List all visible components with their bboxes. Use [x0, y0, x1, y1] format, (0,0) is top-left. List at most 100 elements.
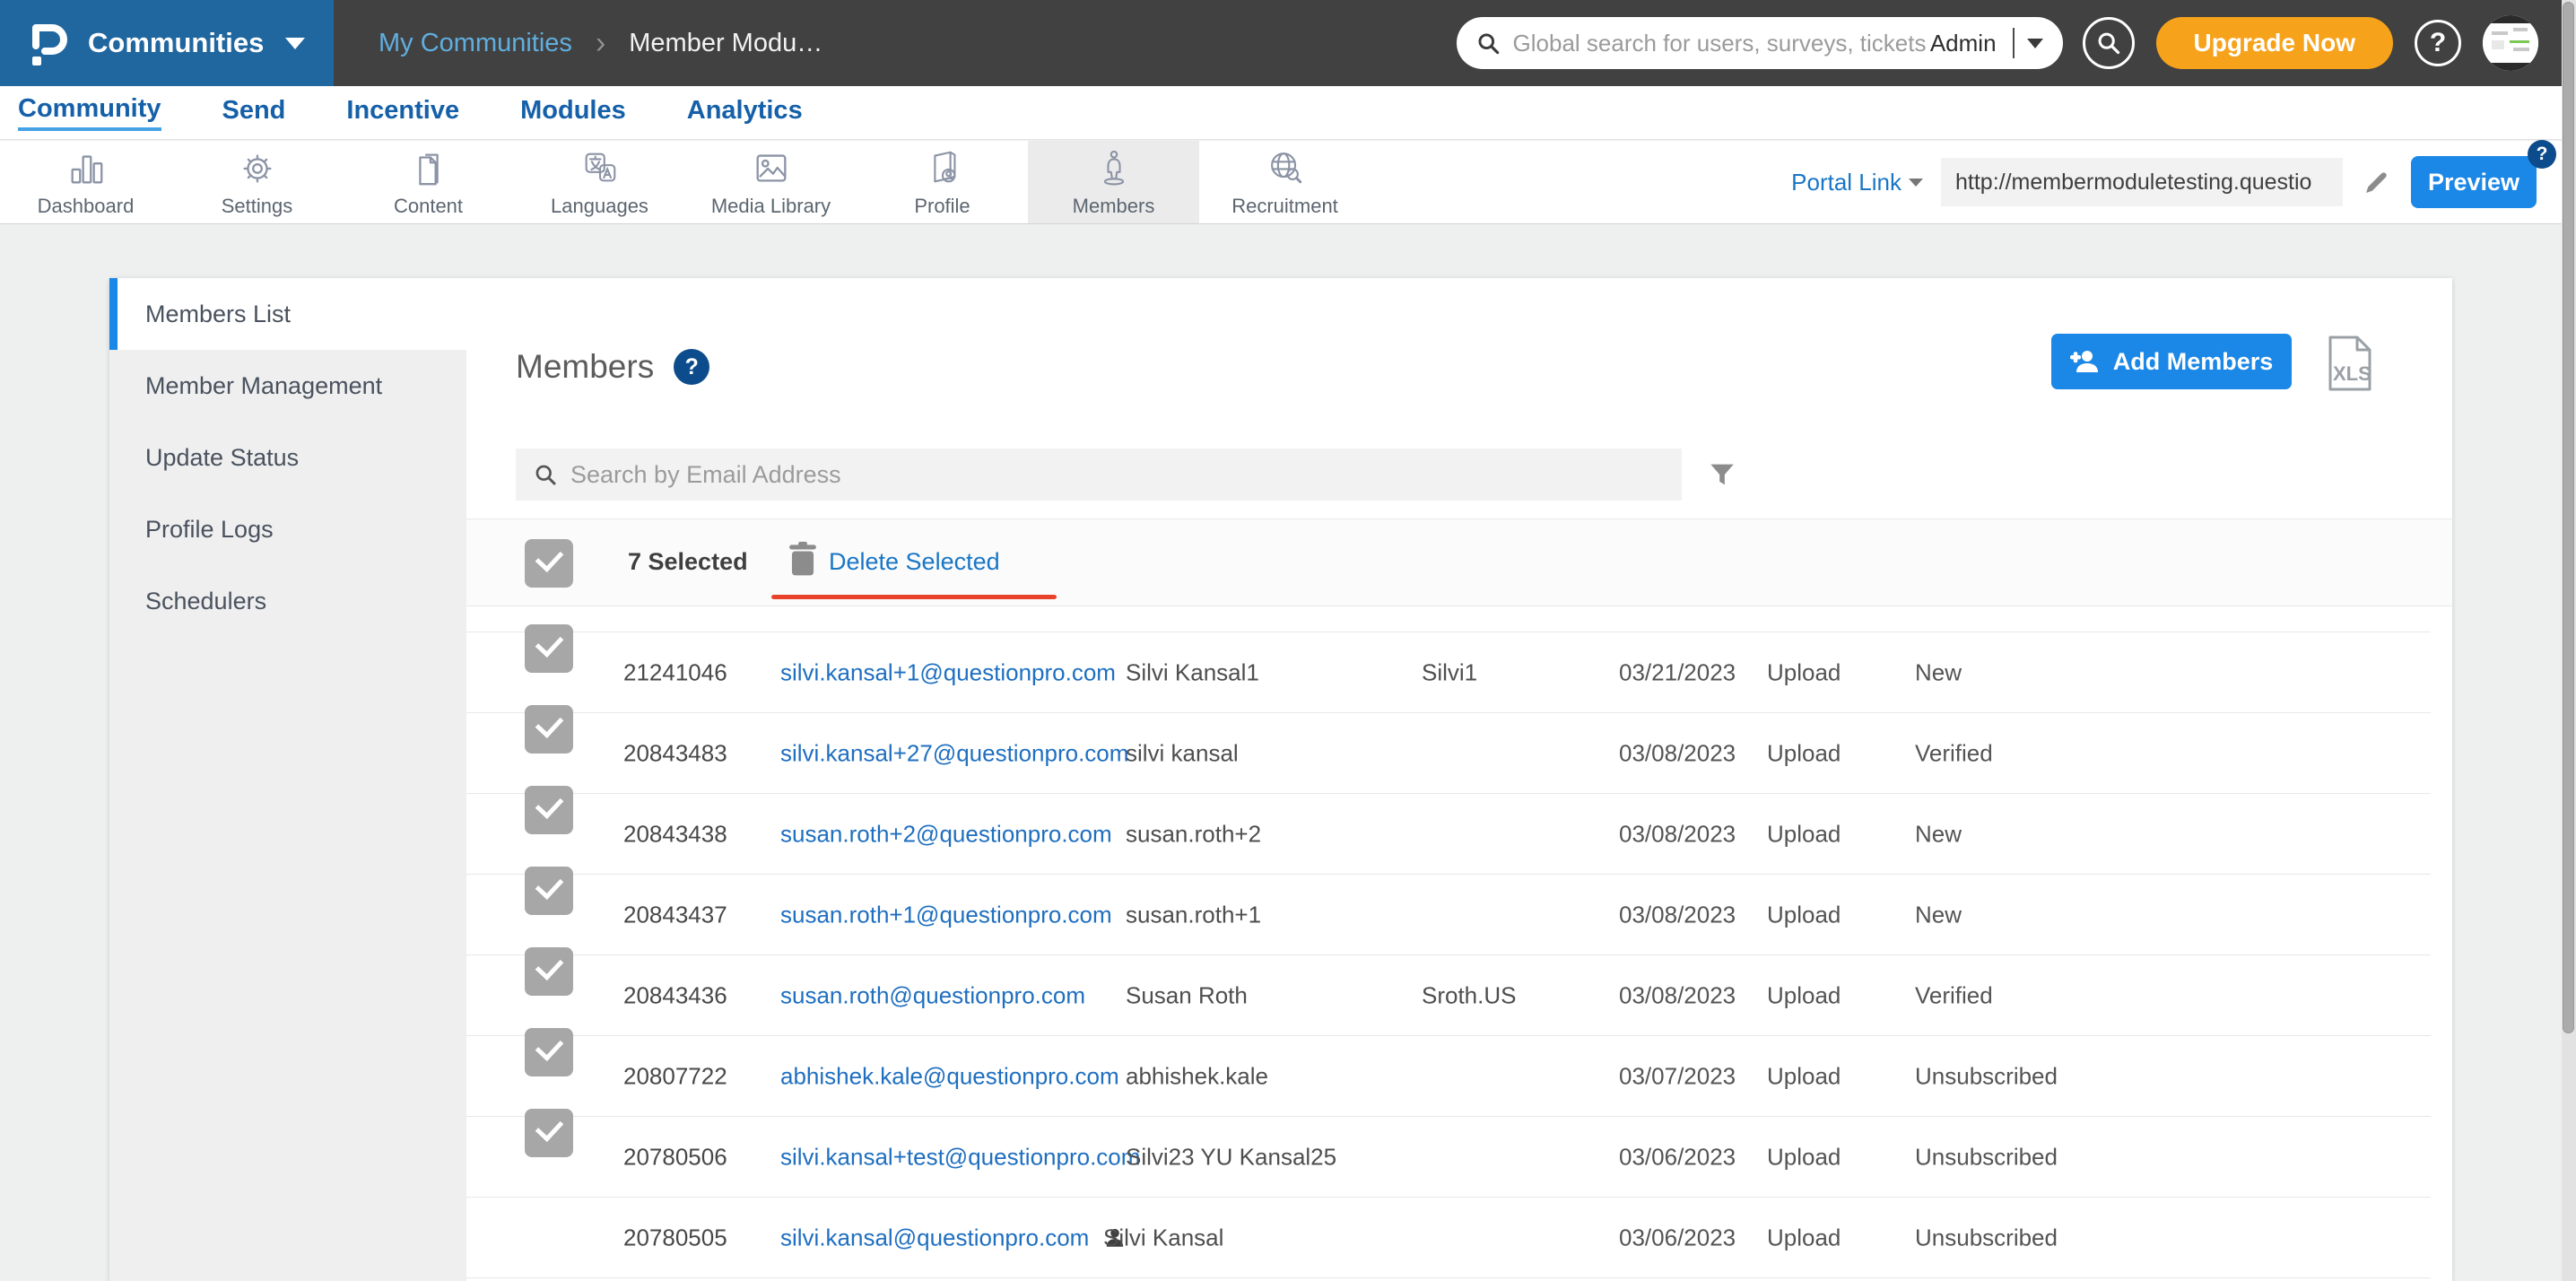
portal-url-field[interactable]: http://membermoduletesting.questio [1941, 158, 2343, 206]
table-row[interactable]: 20843438 susan.roth+2@questionpro.com su… [466, 786, 2431, 875]
row-checkbox[interactable] [525, 786, 573, 834]
member-email-link[interactable]: susan.roth+1@questionpro.com [780, 901, 1112, 928]
status-text: New [1915, 658, 1962, 685]
member-email-link[interactable]: silvi.kansal+1@questionpro.com [780, 658, 1116, 686]
chevron-down-icon [1909, 178, 1923, 187]
member-email-link[interactable]: susan.roth@questionpro.com [780, 981, 1085, 1009]
member-email-link[interactable]: silvi.kansal@questionpro.com [780, 1224, 1089, 1251]
upgrade-now-button[interactable]: Upgrade Now [2155, 17, 2393, 69]
product-name: Communities [88, 27, 265, 58]
toolbar-item-members[interactable]: Members [1028, 141, 1199, 223]
profile-folder-icon [933, 151, 955, 182]
bar-chart-icon [71, 154, 102, 183]
delete-selected-underline [771, 595, 1057, 599]
filter-funnel-icon [1710, 464, 1734, 485]
status-text: Verified [1915, 981, 1993, 1008]
search-button[interactable] [2082, 17, 2135, 69]
portal-link-dropdown[interactable]: Portal Link [1791, 169, 1923, 196]
members-card: Members List Member Management Update St… [109, 278, 2452, 1281]
toolbar-item-content[interactable]: Content [343, 141, 514, 223]
help-button[interactable]: ? [2415, 20, 2461, 66]
member-email-link[interactable]: susan.roth+2@questionpro.com [780, 820, 1112, 848]
tab-modules[interactable]: Modules [520, 96, 626, 129]
toolbar-item-dashboard[interactable]: Dashboard [0, 141, 171, 223]
row-checkbox[interactable] [525, 947, 573, 996]
member-search-input[interactable] [570, 460, 1664, 489]
table-row[interactable]: 20843437 susan.roth+1@questionpro.com su… [466, 867, 2431, 955]
edit-pencil-icon[interactable] [2361, 166, 2393, 198]
global-search: Admin [1456, 17, 2063, 69]
gear-icon [242, 153, 272, 182]
toolbar-item-media-library[interactable]: Media Library [685, 141, 857, 223]
members-table: 21241046 silvi.kansal+1@questionpro.com … [466, 624, 2431, 1278]
table-row[interactable]: 20843483 silvi.kansal+27@questionpro.com… [466, 705, 2431, 794]
svg-text:XLS: XLS [2333, 362, 2371, 385]
preview-help-icon[interactable]: ? [2528, 140, 2556, 169]
status-text: New [1915, 820, 1962, 847]
filter-button[interactable] [1707, 459, 1737, 490]
row-checkbox[interactable] [525, 705, 573, 754]
vertical-scrollbar[interactable] [2563, 2, 2574, 1033]
selection-bar: 7 Selected Delete Selected [466, 518, 2452, 606]
row-checkbox[interactable] [525, 1028, 573, 1076]
selected-count: 7 Selected [628, 548, 748, 575]
sidebar-item-profile-logs[interactable]: Profile Logs [109, 493, 466, 565]
top-bar: Communities My Communities › Member Modu… [0, 0, 2576, 86]
member-email-link[interactable]: abhishek.kale@questionpro.com [780, 1062, 1119, 1090]
member-email-link[interactable]: silvi.kansal+27@questionpro.com [780, 739, 1128, 767]
table-row[interactable]: 20807722 abhishek.kale@questionpro.com a… [466, 1028, 2431, 1117]
chevron-down-icon[interactable] [2026, 38, 2043, 48]
member-email-link[interactable]: silvi.kansal+test@questionpro.com [780, 1143, 1140, 1171]
members-help-icon[interactable]: ? [674, 349, 710, 385]
avatar[interactable] [2483, 15, 2538, 71]
globe-search-icon [1270, 152, 1301, 183]
sidebar-item-schedulers[interactable]: Schedulers [109, 565, 466, 637]
breadcrumb-current: Member Modu… [629, 28, 823, 57]
toolbar-item-languages[interactable]: Languages [514, 141, 685, 223]
status-text: Unsubscribed [1915, 1143, 2058, 1170]
member-icon [1103, 150, 1124, 185]
tab-incentive[interactable]: Incentive [346, 96, 459, 129]
row-checkbox[interactable] [525, 624, 573, 673]
tab-analytics[interactable]: Analytics [687, 96, 803, 129]
table-row[interactable]: 20780506 silvi.kansal+test@questionpro.c… [466, 1109, 2431, 1198]
table-row[interactable]: 20843436 susan.roth@questionpro.com Susa… [466, 947, 2431, 1036]
members-sidebar: Members List Member Management Update St… [109, 278, 466, 1281]
add-members-button[interactable]: Add Members [2051, 334, 2292, 389]
select-all-checkbox[interactable] [525, 539, 573, 588]
preview-button[interactable]: Preview [2411, 156, 2537, 208]
table-row[interactable]: 20780505 silvi.kansal@questionpro.com Si… [466, 1198, 2431, 1278]
export-xls-button[interactable]: XLS [2325, 334, 2379, 393]
sidebar-item-members-list[interactable]: Members List [109, 278, 466, 350]
global-search-input[interactable] [1512, 29, 1930, 57]
community-nav-tabs: Community Send Incentive Modules Analyti… [0, 86, 2576, 140]
row-checkbox[interactable] [525, 867, 573, 915]
breadcrumb-my-communities[interactable]: My Communities [379, 29, 572, 58]
pages-icon [418, 152, 439, 185]
status-text: Unsubscribed [1915, 1224, 2058, 1250]
divider [2012, 28, 2015, 58]
row-checkbox[interactable] [525, 1109, 573, 1157]
xls-file-icon: XLS [2328, 336, 2371, 391]
search-icon [1478, 32, 1499, 54]
scrollbar-track [2562, 0, 2576, 1281]
add-person-icon [2069, 351, 2098, 372]
table-row[interactable]: 21241046 silvi.kansal+1@questionpro.com … [466, 624, 2431, 713]
image-icon [756, 153, 786, 182]
breadcrumb: My Communities › Member Modu… [379, 28, 822, 58]
toolbar-item-settings[interactable]: Settings [171, 141, 343, 223]
product-switcher[interactable]: Communities [0, 0, 334, 86]
tab-community[interactable]: Community [18, 94, 161, 131]
delete-selected-link[interactable]: Delete Selected [829, 548, 1000, 576]
sidebar-item-update-status[interactable]: Update Status [109, 422, 466, 493]
search-icon [535, 465, 556, 485]
members-panel: Members ? Add Members XLS Search by Emai… [466, 278, 2452, 1281]
toolbar-item-recruitment[interactable]: Recruitment [1199, 141, 1371, 223]
module-toolbar: Dashboard Settings Content Languages Med… [0, 140, 2576, 224]
sidebar-item-member-management[interactable]: Member Management [109, 350, 466, 422]
toolbar-item-profile[interactable]: Profile [857, 141, 1028, 223]
member-search-box [516, 449, 1682, 501]
search-scope[interactable]: Admin [1930, 30, 1997, 57]
tab-send[interactable]: Send [222, 96, 286, 129]
status-text: Unsubscribed [1915, 1062, 2058, 1089]
